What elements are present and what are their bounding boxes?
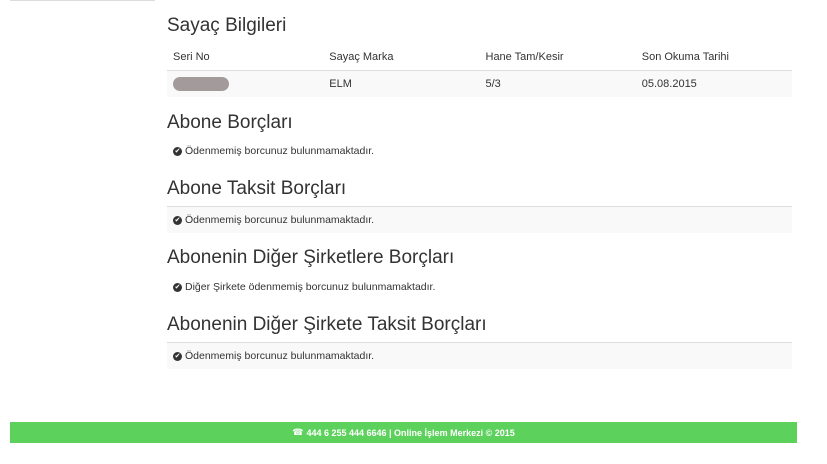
installment-debts-title: Abone Taksit Borçları (167, 178, 347, 199)
other-company-installment-message: ✔ Ödenmemiş borcunuz bulunmamaktadır. (167, 342, 792, 369)
subscriber-debts-message: ✔ Ödenmemiş borcunuz bulunmamaktadır. (167, 142, 792, 160)
check-circle-icon: ✔ (173, 282, 182, 292)
serial-no-cell (167, 70, 324, 97)
last-reading-date-cell: 05.08.2015 (635, 70, 792, 97)
subscriber-debts-title: Abone Borçları (167, 112, 293, 133)
other-company-debts-message: ✔ Diğer Şirkete ödenmemiş borcunuz bulun… (167, 278, 792, 296)
other-company-debts-title: Abonenin Diğer Şirketlere Borçları (167, 247, 455, 268)
other-company-debts-text: Diğer Şirkete ödenmemiş borcunuz bulunma… (185, 281, 436, 293)
check-circle-icon: ✔ (173, 146, 182, 156)
check-circle-icon: ✔ (173, 215, 182, 225)
header-last-reading-date: Son Okuma Tarihi (635, 44, 792, 71)
installment-debts-message: ✔ Ödenmemiş borcunuz bulunmamaktadır. (167, 206, 792, 233)
header-serial-no: Seri No (167, 44, 324, 71)
header-meter-brand: Sayaç Marka (323, 44, 480, 71)
masked-serial-number (173, 77, 229, 91)
hane-cell: 5/3 (479, 70, 636, 97)
other-company-installment-text: Ödenmemiş borcunuz bulunmamaktadır. (185, 350, 375, 362)
footer-text: 444 6 255 444 6646 | Online İşlem Merkez… (306, 427, 515, 438)
meter-info-title: Sayaç Bilgileri (167, 15, 287, 36)
top-divider (10, 0, 155, 1)
meter-table: Seri No Sayaç Marka Hane Tam/Kesir Son O… (167, 44, 792, 97)
phone-icon: ☎ (292, 427, 304, 437)
other-company-installment-title: Abonenin Diğer Şirkete Taksit Borçları (167, 314, 487, 335)
header-hane: Hane Tam/Kesir (479, 44, 636, 71)
table-row: ELM 5/3 05.08.2015 (167, 70, 792, 97)
subscriber-debts-text: Ödenmemiş borcunuz bulunmamaktadır. (185, 145, 375, 157)
installment-debts-text: Ödenmemiş borcunuz bulunmamaktadır. (185, 214, 375, 226)
meter-brand-cell: ELM (323, 70, 480, 97)
footer-bar: ☎ 444 6 255 444 6646 | Online İşlem Merk… (10, 422, 797, 443)
check-circle-icon: ✔ (173, 351, 182, 361)
meter-table-header: Seri No Sayaç Marka Hane Tam/Kesir Son O… (167, 44, 792, 71)
